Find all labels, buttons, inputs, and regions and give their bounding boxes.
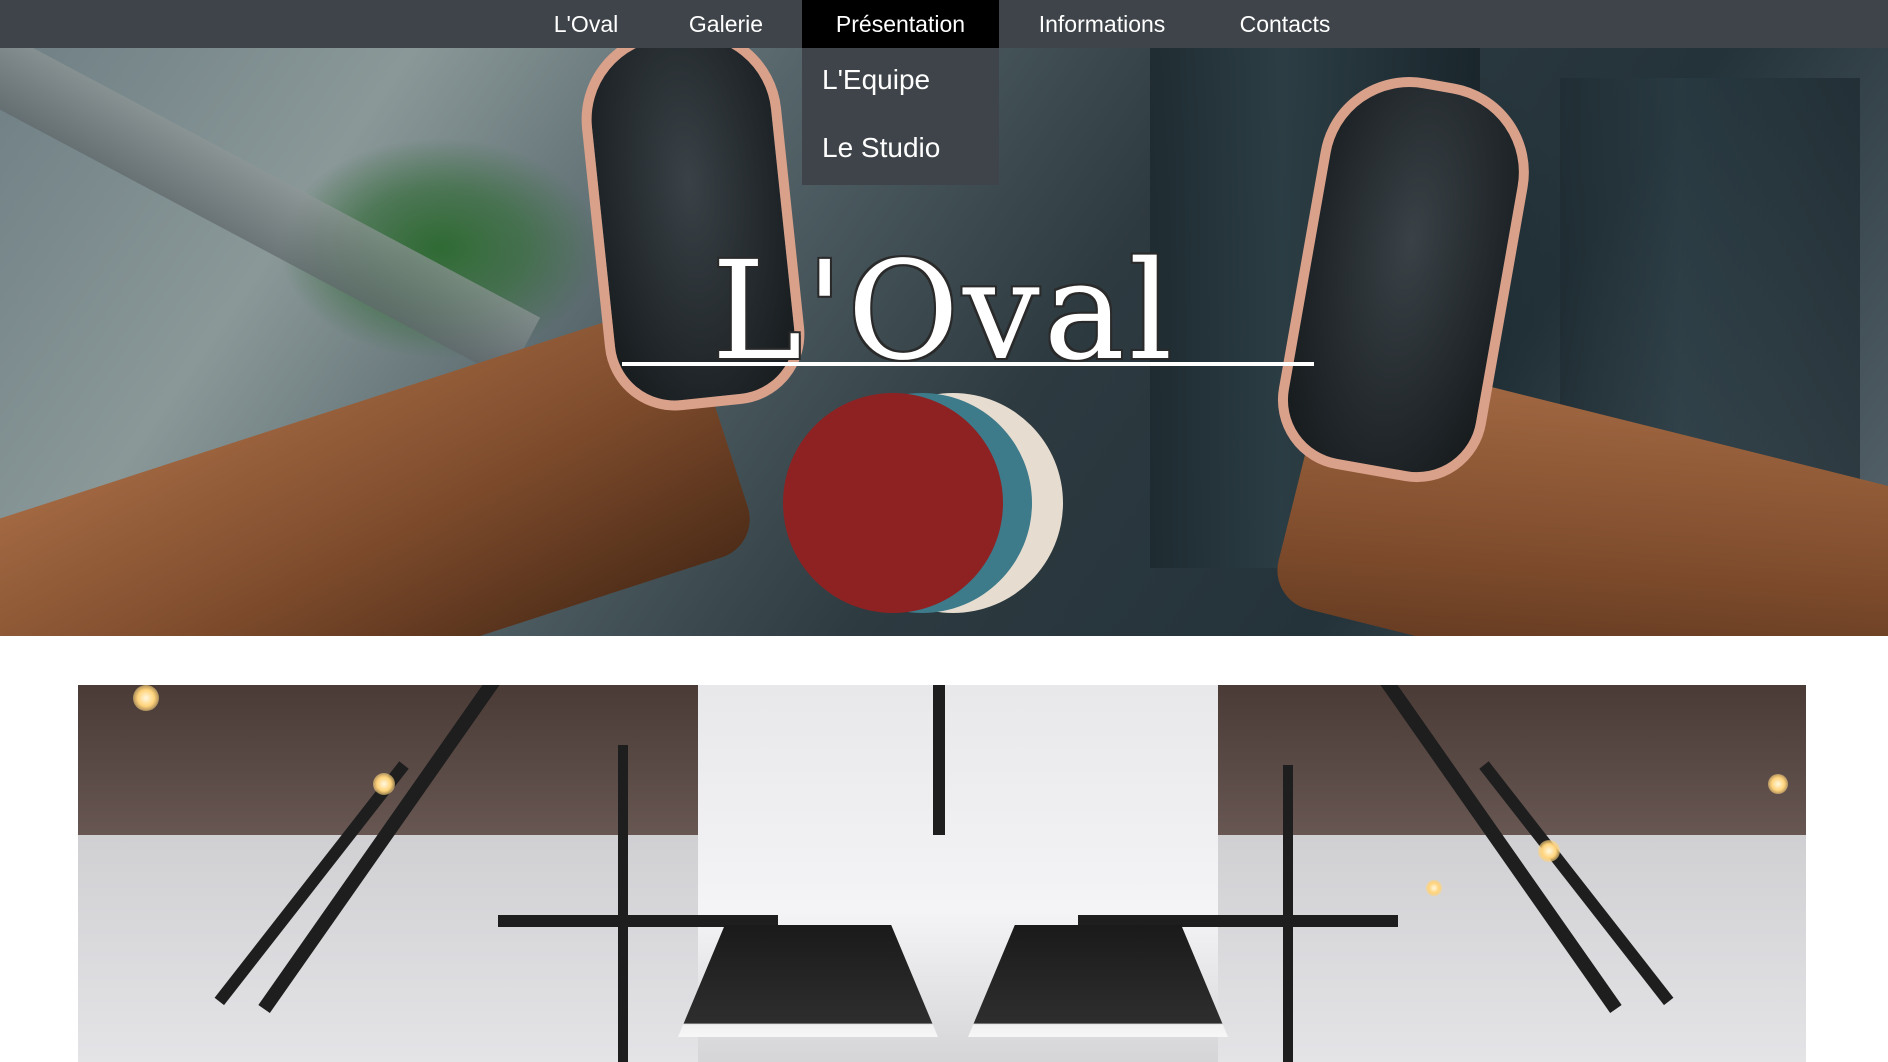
presentation-dropdown-menu: L'Equipe Le Studio	[802, 48, 999, 185]
studio-photo	[78, 685, 1806, 1062]
studio-wall	[1138, 835, 1806, 1062]
studio-beam	[933, 685, 945, 835]
nav-item-informations[interactable]: Informations	[1021, 0, 1183, 48]
studio-wall	[78, 835, 778, 1062]
ceiling-light	[1426, 880, 1442, 896]
nav-item-loval[interactable]: L'Oval	[538, 0, 634, 48]
nav-item-presentation[interactable]: Présentation	[802, 0, 999, 48]
dropdown-item-le-studio[interactable]: Le Studio	[822, 132, 940, 164]
ceiling-light	[373, 773, 395, 795]
studio-stand	[618, 745, 628, 1062]
ceiling-light	[133, 685, 159, 711]
logo-circle-red	[783, 393, 1003, 613]
nav-item-contacts[interactable]: Contacts	[1210, 0, 1360, 48]
ceiling-light	[1538, 840, 1560, 862]
hero-title: L'Oval	[711, 233, 1177, 391]
hero-divider	[622, 362, 1314, 366]
dropdown-item-lequipe[interactable]: L'Equipe	[822, 64, 930, 96]
ceiling-light	[1768, 774, 1788, 794]
top-navigation-bar: L'Oval Galerie Présentation Informations…	[0, 0, 1888, 48]
nav-item-galerie[interactable]: Galerie	[670, 0, 782, 48]
studio-stand	[1283, 765, 1293, 1062]
